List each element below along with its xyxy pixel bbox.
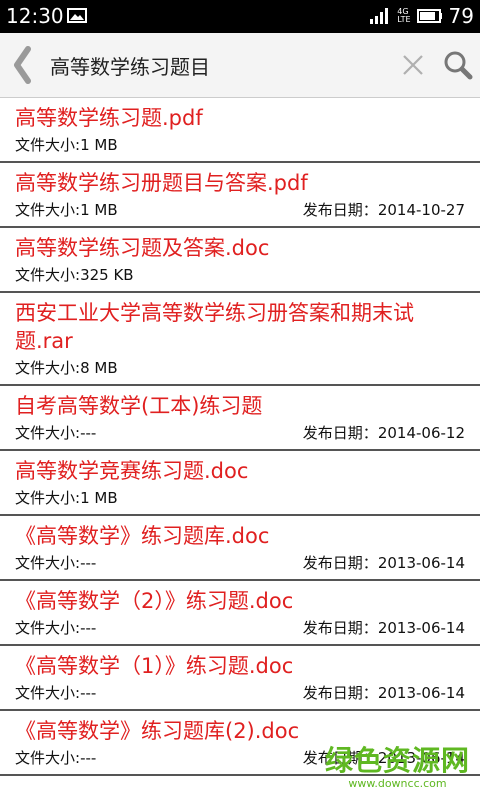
file-size: 文件大小:---	[15, 748, 96, 769]
clear-icon[interactable]	[402, 54, 424, 76]
size-label: 文件大小:	[15, 749, 81, 767]
image-notification-icon	[67, 8, 87, 23]
result-meta: 文件大小:--- 发布日期：2013-06-14	[15, 618, 465, 639]
result-meta: 文件大小:1 MB 发布日期：2014-10-27	[15, 200, 465, 221]
result-meta: 文件大小:--- 发布日期：2013-06-14	[15, 553, 465, 574]
result-meta: 文件大小:--- 发布日期：2013-06-14	[15, 683, 465, 704]
result-item[interactable]: 高等数学竞赛练习题.doc 文件大小:1 MB	[0, 451, 480, 516]
network-lte: LTE	[397, 15, 411, 24]
result-title[interactable]: 自考高等数学(工本)练习题	[15, 392, 455, 420]
publish-date: 发布日期：2013-06-14	[303, 618, 465, 639]
publish-date: 发布日期：2013-06-14	[303, 683, 465, 704]
date-value: 2013-06-14	[377, 619, 465, 637]
file-size: 文件大小:1 MB	[15, 488, 118, 509]
size-value: ---	[80, 424, 97, 442]
result-meta: 文件大小:--- 发布日期：2014-06-12	[15, 423, 465, 444]
date-label: 发布日期：	[302, 684, 378, 702]
status-time: 12:30	[6, 4, 64, 28]
result-title[interactable]: 《高等数学》练习题库(2).doc	[15, 717, 455, 745]
result-meta: 文件大小:8 MB	[15, 358, 465, 379]
date-value: 2013-06-14	[377, 684, 465, 702]
result-item[interactable]: 《高等数学（2）》练习题.doc 文件大小:--- 发布日期：2013-06-1…	[0, 581, 480, 646]
size-label: 文件大小:	[15, 554, 81, 572]
size-label: 文件大小:	[15, 359, 81, 377]
signal-strength-icon	[370, 8, 389, 24]
back-arrow-icon[interactable]	[10, 45, 36, 85]
result-item[interactable]: 高等数学练习题及答案.doc 文件大小:325 KB	[0, 228, 480, 293]
result-item[interactable]: 西安工业大学高等数学练习册答案和期末试题.rar 文件大小:8 MB	[0, 293, 480, 386]
file-size: 文件大小:325 KB	[15, 265, 134, 286]
date-label: 发布日期：	[302, 619, 378, 637]
network-type: 4G LTE	[397, 8, 410, 24]
file-size: 文件大小:---	[15, 683, 96, 704]
publish-date: 发布日期：2014-06-12	[303, 423, 465, 444]
search-input[interactable]	[50, 51, 380, 79]
status-bar: 12:30 4G LTE 79	[0, 0, 480, 33]
date-label: 发布日期：	[302, 201, 378, 219]
watermark-url: www.downcc.com	[348, 777, 447, 790]
result-title[interactable]: 高等数学练习题及答案.doc	[15, 234, 455, 262]
size-value: 325 KB	[80, 266, 134, 284]
publish-date: 发布日期：2014-10-27	[303, 200, 465, 221]
result-item[interactable]: 高等数学练习册题目与答案.pdf 文件大小:1 MB 发布日期：2014-10-…	[0, 163, 480, 228]
size-label: 文件大小:	[15, 489, 81, 507]
result-item[interactable]: 高等数学练习题.pdf 文件大小:1 MB	[0, 98, 480, 163]
size-label: 文件大小:	[15, 266, 81, 284]
file-size: 文件大小:1 MB	[15, 135, 118, 156]
result-item[interactable]: 自考高等数学(工本)练习题 文件大小:--- 发布日期：2014-06-12	[0, 386, 480, 451]
size-label: 文件大小:	[15, 136, 81, 154]
size-value: 1 MB	[80, 136, 118, 154]
file-size: 文件大小:8 MB	[15, 358, 118, 379]
date-label: 发布日期：	[302, 424, 378, 442]
watermark-text: 绿色资源网	[324, 744, 470, 777]
result-title[interactable]: 高等数学练习题.pdf	[15, 104, 455, 132]
size-value: 8 MB	[80, 359, 118, 377]
size-value: ---	[80, 619, 97, 637]
size-value: ---	[80, 554, 97, 572]
result-meta: 文件大小:1 MB	[15, 135, 465, 156]
search-icon[interactable]	[443, 50, 473, 80]
result-item[interactable]: 《高等数学（1）》练习题.doc 文件大小:--- 发布日期：2013-06-1…	[0, 646, 480, 711]
result-title[interactable]: 《高等数学（2）》练习题.doc	[15, 587, 455, 615]
result-meta: 文件大小:325 KB	[15, 265, 465, 286]
file-size: 文件大小:---	[15, 423, 96, 444]
date-value: 2014-06-12	[377, 424, 465, 442]
watermark-logo: 绿色资源网 www.downcc.com	[324, 744, 470, 791]
size-value: ---	[80, 749, 97, 767]
search-header	[0, 33, 480, 98]
size-label: 文件大小:	[15, 201, 81, 219]
result-title[interactable]: 高等数学竞赛练习题.doc	[15, 457, 455, 485]
result-list: 高等数学练习题.pdf 文件大小:1 MB 高等数学练习册题目与答案.pdf 文…	[0, 98, 480, 776]
date-value: 2014-10-27	[377, 201, 465, 219]
file-size: 文件大小:1 MB	[15, 200, 118, 221]
size-label: 文件大小:	[15, 619, 81, 637]
battery-icon	[416, 9, 442, 23]
result-title[interactable]: 高等数学练习册题目与答案.pdf	[15, 169, 455, 197]
result-meta: 文件大小:1 MB	[15, 488, 465, 509]
result-title[interactable]: 《高等数学（1）》练习题.doc	[15, 652, 455, 680]
battery-level: 79	[448, 4, 474, 28]
size-value: 1 MB	[80, 489, 118, 507]
size-label: 文件大小:	[15, 684, 81, 702]
date-label: 发布日期：	[302, 554, 378, 572]
size-value: ---	[80, 684, 97, 702]
size-label: 文件大小:	[15, 424, 81, 442]
size-value: 1 MB	[80, 201, 118, 219]
publish-date: 发布日期：2013-06-14	[303, 553, 465, 574]
result-title[interactable]: 西安工业大学高等数学练习册答案和期末试题.rar	[15, 299, 455, 355]
file-size: 文件大小:---	[15, 618, 96, 639]
file-size: 文件大小:---	[15, 553, 96, 574]
result-item[interactable]: 《高等数学》练习题库.doc 文件大小:--- 发布日期：2013-06-14	[0, 516, 480, 581]
date-value: 2013-06-14	[377, 554, 465, 572]
result-title[interactable]: 《高等数学》练习题库.doc	[15, 522, 455, 550]
